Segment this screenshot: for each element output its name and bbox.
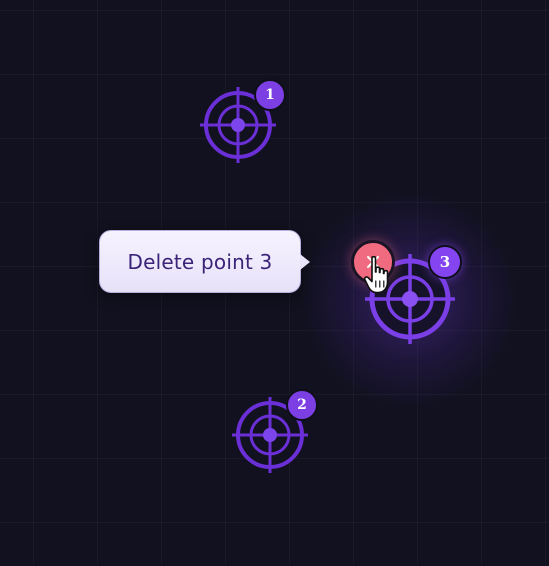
tooltip-arrow [300,254,310,270]
hand-pointer-cursor-icon [363,255,395,295]
point-1-badge: 1 [254,79,286,111]
point-3-badge: 3 [428,245,462,279]
delete-tooltip: Delete point 3 [99,230,301,293]
map-canvas[interactable]: 1 2 3 Delete point 3 [0,0,549,566]
point-2-badge: 2 [286,389,318,421]
tooltip-text: Delete point 3 [127,249,273,274]
